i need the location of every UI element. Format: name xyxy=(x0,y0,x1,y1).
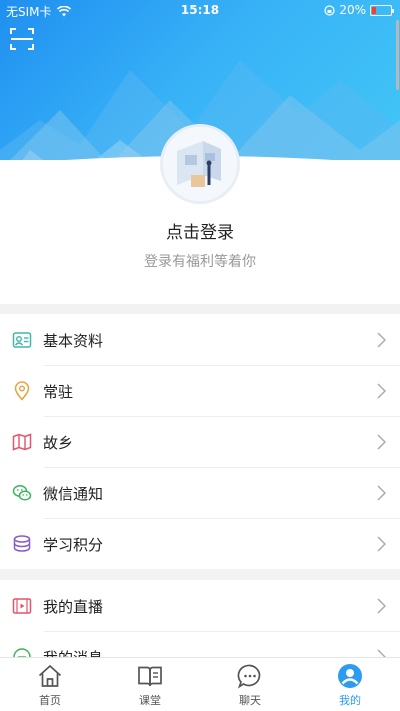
menu-item-study-points[interactable]: 学习积分 xyxy=(0,518,400,569)
battery-percent: 20% xyxy=(339,3,366,17)
menu-item-hometown[interactable]: 故乡 xyxy=(0,416,400,467)
chevron-right-icon xyxy=(377,598,386,614)
avatar-illustration xyxy=(163,127,237,201)
menu-item-wechat-notice[interactable]: 微信通知 xyxy=(0,467,400,518)
menu-item-label: 学习积分 xyxy=(43,536,104,554)
avatar[interactable] xyxy=(160,124,240,204)
menu-item-residence[interactable]: 常驻 xyxy=(0,365,400,416)
chevron-right-icon xyxy=(377,485,386,501)
menu-item-label: 常驻 xyxy=(43,383,74,401)
menu-item-label: 基本资料 xyxy=(43,332,104,350)
profile-card-icon xyxy=(12,332,32,348)
tab-label: 课堂 xyxy=(139,694,161,707)
map-icon xyxy=(12,433,32,451)
tab-classroom[interactable]: 课堂 xyxy=(100,658,200,711)
chevron-right-icon xyxy=(377,332,386,348)
menu-item-basic-info[interactable]: 基本资料 xyxy=(0,314,400,365)
bottom-tab-bar: 首页 课堂 聊天 我的 xyxy=(0,657,400,711)
menu-group-account: 基本资料 常驻 故乡 微信通知 学习积分 xyxy=(0,314,400,569)
tab-label: 我的 xyxy=(339,694,361,707)
battery-fill xyxy=(372,6,376,14)
menu-item-label: 故乡 xyxy=(43,434,74,452)
menu-item-label: 微信通知 xyxy=(43,485,104,503)
chevron-right-icon xyxy=(377,536,386,552)
status-right: 20% xyxy=(324,3,394,17)
menu-item-my-live[interactable]: 我的直播 xyxy=(0,580,400,631)
video-icon xyxy=(12,598,32,614)
tab-chat[interactable]: 聊天 xyxy=(200,658,300,711)
scan-icon[interactable] xyxy=(10,27,34,51)
login-subtitle: 登录有福利等着你 xyxy=(144,254,256,270)
tab-label: 聊天 xyxy=(239,694,261,707)
home-icon xyxy=(38,664,62,687)
status-bar: 无SIM卡 15:18 20% xyxy=(0,0,400,20)
tab-mine[interactable]: 我的 xyxy=(300,658,400,711)
user-icon xyxy=(338,664,362,688)
login-title[interactable]: 点击登录 xyxy=(0,218,400,243)
location-pin-icon xyxy=(14,381,30,401)
chat-bubble-icon xyxy=(237,664,261,689)
book-icon xyxy=(138,666,162,687)
scroll-indicator xyxy=(396,20,399,90)
wechat-icon xyxy=(12,485,32,501)
chevron-right-icon xyxy=(377,383,386,399)
rotation-lock-icon xyxy=(324,4,335,16)
menu-item-label: 我的直播 xyxy=(43,598,104,616)
chevron-right-icon xyxy=(377,434,386,450)
coins-stack-icon xyxy=(13,535,31,552)
tab-label: 首页 xyxy=(39,694,61,707)
battery-icon xyxy=(370,4,394,16)
tab-home[interactable]: 首页 xyxy=(0,658,100,711)
